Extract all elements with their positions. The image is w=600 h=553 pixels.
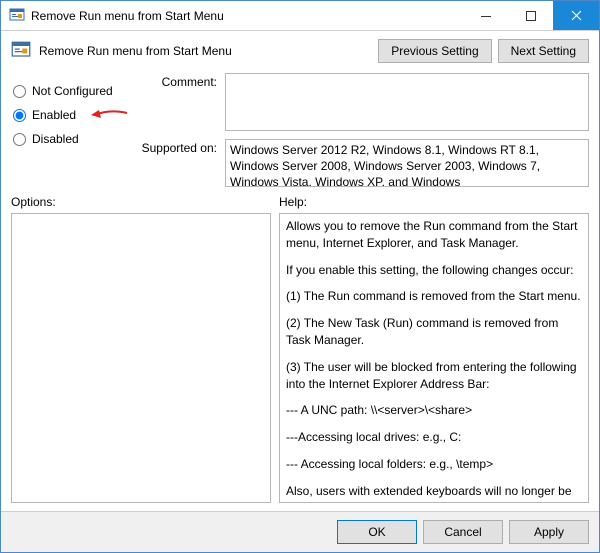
help-text: Also, users with extended keyboards will…: [286, 483, 582, 503]
radio-disabled-input[interactable]: [13, 133, 26, 146]
minimize-button[interactable]: [463, 1, 508, 30]
comment-textarea[interactable]: [225, 73, 589, 131]
radio-not-configured[interactable]: Not Configured: [11, 79, 137, 103]
radio-label: Disabled: [32, 132, 79, 146]
previous-setting-button[interactable]: Previous Setting: [378, 39, 491, 63]
policy-icon: [9, 8, 25, 24]
help-text: --- Accessing local folders: e.g., \temp…: [286, 456, 582, 473]
next-setting-button[interactable]: Next Setting: [498, 39, 589, 63]
help-text: --- A UNC path: \\<server>\<share>: [286, 402, 582, 419]
radio-enabled-input[interactable]: [13, 109, 26, 122]
ok-button[interactable]: OK: [337, 520, 417, 544]
window-controls: [463, 1, 599, 30]
radio-disabled[interactable]: Disabled: [11, 127, 137, 151]
comment-label: Comment:: [137, 73, 217, 89]
help-text: Allows you to remove the Run command fro…: [286, 218, 582, 252]
help-text: (1) The Run command is removed from the …: [286, 288, 582, 305]
radio-enabled[interactable]: Enabled: [11, 103, 137, 127]
apply-button[interactable]: Apply: [509, 520, 589, 544]
help-text: ---Accessing local drives: e.g., C:: [286, 429, 582, 446]
window-title: Remove Run menu from Start Menu: [31, 9, 463, 23]
radio-label: Not Configured: [32, 84, 113, 98]
help-pane[interactable]: Allows you to remove the Run command fro…: [279, 213, 589, 503]
titlebar: Remove Run menu from Start Menu: [1, 1, 599, 31]
radio-label: Enabled: [32, 108, 76, 122]
maximize-button[interactable]: [508, 1, 553, 30]
options-label: Options:: [11, 195, 271, 209]
state-radio-group: Not Configured Enabled Disabled: [11, 73, 137, 187]
help-text: If you enable this setting, the followin…: [286, 262, 582, 279]
options-pane[interactable]: [11, 213, 271, 503]
supported-on-text: Windows Server 2012 R2, Windows 8.1, Win…: [230, 143, 540, 187]
help-text: (2) The New Task (Run) command is remove…: [286, 315, 582, 349]
gpedit-policy-window: Remove Run menu from Start Menu: [0, 0, 600, 553]
radio-not-configured-input[interactable]: [13, 85, 26, 98]
supported-on-box[interactable]: Windows Server 2012 R2, Windows 8.1, Win…: [225, 139, 589, 187]
help-label: Help:: [279, 195, 589, 209]
help-text: (3) The user will be blocked from enteri…: [286, 359, 582, 393]
annotation-arrow-icon: [89, 107, 129, 123]
policy-title: Remove Run menu from Start Menu: [39, 44, 232, 58]
cancel-button[interactable]: Cancel: [423, 520, 503, 544]
dialog-footer: OK Cancel Apply: [1, 511, 599, 552]
close-button[interactable]: [553, 1, 599, 30]
supported-label: Supported on:: [137, 139, 217, 155]
policy-icon: [11, 41, 31, 61]
